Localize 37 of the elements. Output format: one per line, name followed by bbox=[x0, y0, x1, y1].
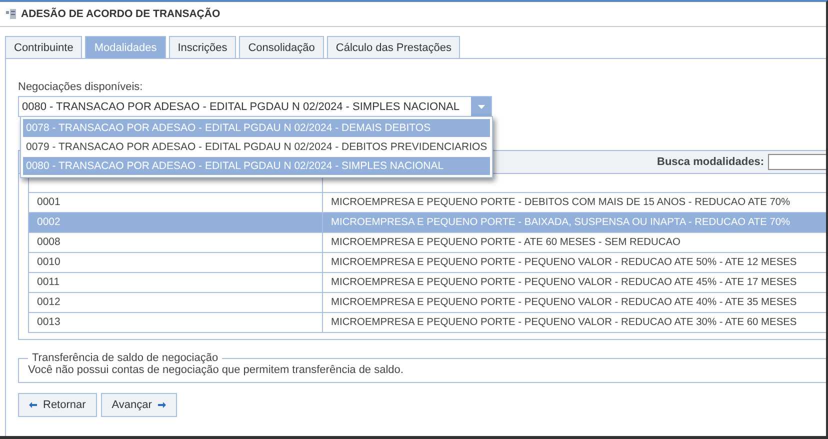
table-cell-text: MICROEMPRESA E PEQUENO PORTE - DEBITOS COM MAIS DE 15 ANOS - REDUCAO ATE 70% bbox=[330, 196, 790, 210]
group-legend: Transferência de saldo de negociação bbox=[28, 352, 222, 364]
table-cell: 0012 bbox=[29, 293, 323, 312]
negotiation-select[interactable]: 0080 - TRANSACAO POR ADESAO - EDITAL PGDAU N 02/2024 - SIMPLES NACIONAL bbox=[18, 96, 492, 117]
arrow-right-icon bbox=[158, 402, 166, 408]
table-cell: 0001 bbox=[29, 193, 323, 212]
dropdown-option[interactable]: 0079 - TRANSACAO POR ADESAO - EDITAL PGDAU N 02/2024 - DEBITOS PREVIDENCIARIOS bbox=[23, 138, 490, 156]
table-cell-text: MICROEMPRESA E PEQUENO PORTE - PEQUENO VALOR - REDUCAO ATE 30% - ATE 60 MESES bbox=[330, 316, 797, 330]
window-title: ADESÃO DE ACORDO DE TRANSAÇÃO bbox=[21, 8, 220, 20]
table-cell-text: MICROEMPRESA E PEQUENO PORTE - ATE 60 MESES - SEM REDUCAO bbox=[330, 236, 680, 250]
table-cell: 0008 bbox=[29, 233, 323, 252]
next-button[interactable]: Avançar bbox=[100, 393, 177, 417]
table-cell-text: MICROEMPRESA E PEQUENO PORTE - PEQUENO VALOR - REDUCAO ATE 40% - ATE 35 MESES bbox=[330, 296, 797, 310]
table-cell: 0013 bbox=[29, 313, 323, 332]
tab[interactable]: Consolidação bbox=[239, 36, 324, 58]
table-row[interactable]: 0008 MICROEMPRESA E PEQUENO PORTE - ATE 60 MESES - SEM REDUCAO bbox=[29, 233, 826, 253]
tab[interactable]: Contribuinte bbox=[5, 36, 82, 58]
table-row[interactable]: 0011 MICROEMPRESA E PEQUENO PORTE - PEQUENO VALOR - REDUCAO ATE 45% - ATE 17 MESES bbox=[29, 273, 826, 293]
back-button[interactable]: Retornar bbox=[18, 393, 97, 417]
tab[interactable]: Inscrições bbox=[168, 36, 236, 58]
caret-icon bbox=[478, 104, 484, 108]
form-icon bbox=[6, 9, 16, 19]
field-label: Negociações disponíveis: bbox=[18, 81, 143, 93]
table-row[interactable]: 0010 MICROEMPRESA E PEQUENO PORTE - PEQUENO VALOR - REDUCAO ATE 50% - ATE 12 MESES bbox=[29, 253, 826, 273]
table-cell-text: MICROEMPRESA E PEQUENO PORTE - PEQUENO VALOR - REDUCAO ATE 50% - ATE 12 MESES bbox=[330, 256, 797, 270]
tab[interactable]: Cálculo das Prestações bbox=[326, 36, 460, 58]
arrow-left-icon bbox=[29, 402, 37, 408]
table-row[interactable]: 0012 MICROEMPRESA E PEQUENO PORTE - PEQUENO VALOR - REDUCAO ATE 40% - ATE 35 MESES bbox=[29, 293, 826, 313]
table-row[interactable]: 0013 MICROEMPRESA E PEQUENO PORTE - PEQUENO VALOR - REDUCAO ATE 30% - ATE 60 MESES bbox=[29, 313, 826, 333]
table-cell-text: MICROEMPRESA E PEQUENO PORTE - BAIXADA, SUSPENSA OU INAPTA - REDUCAO ATE 70% bbox=[330, 216, 790, 230]
search-label: Busca modalidades: bbox=[657, 156, 764, 168]
search-field[interactable] bbox=[768, 154, 826, 170]
table-cell-text: MICROEMPRESA E PEQUENO PORTE - PEQUENO VALOR - REDUCAO ATE 45% - ATE 17 MESES bbox=[330, 276, 797, 290]
info-text: Você não possui contas de negociação que permitem transferência de saldo. bbox=[28, 364, 404, 376]
table-cell: 0011 bbox=[29, 273, 323, 292]
table-cell: 0002 bbox=[29, 213, 323, 232]
table-cell: 0010 bbox=[29, 253, 323, 272]
